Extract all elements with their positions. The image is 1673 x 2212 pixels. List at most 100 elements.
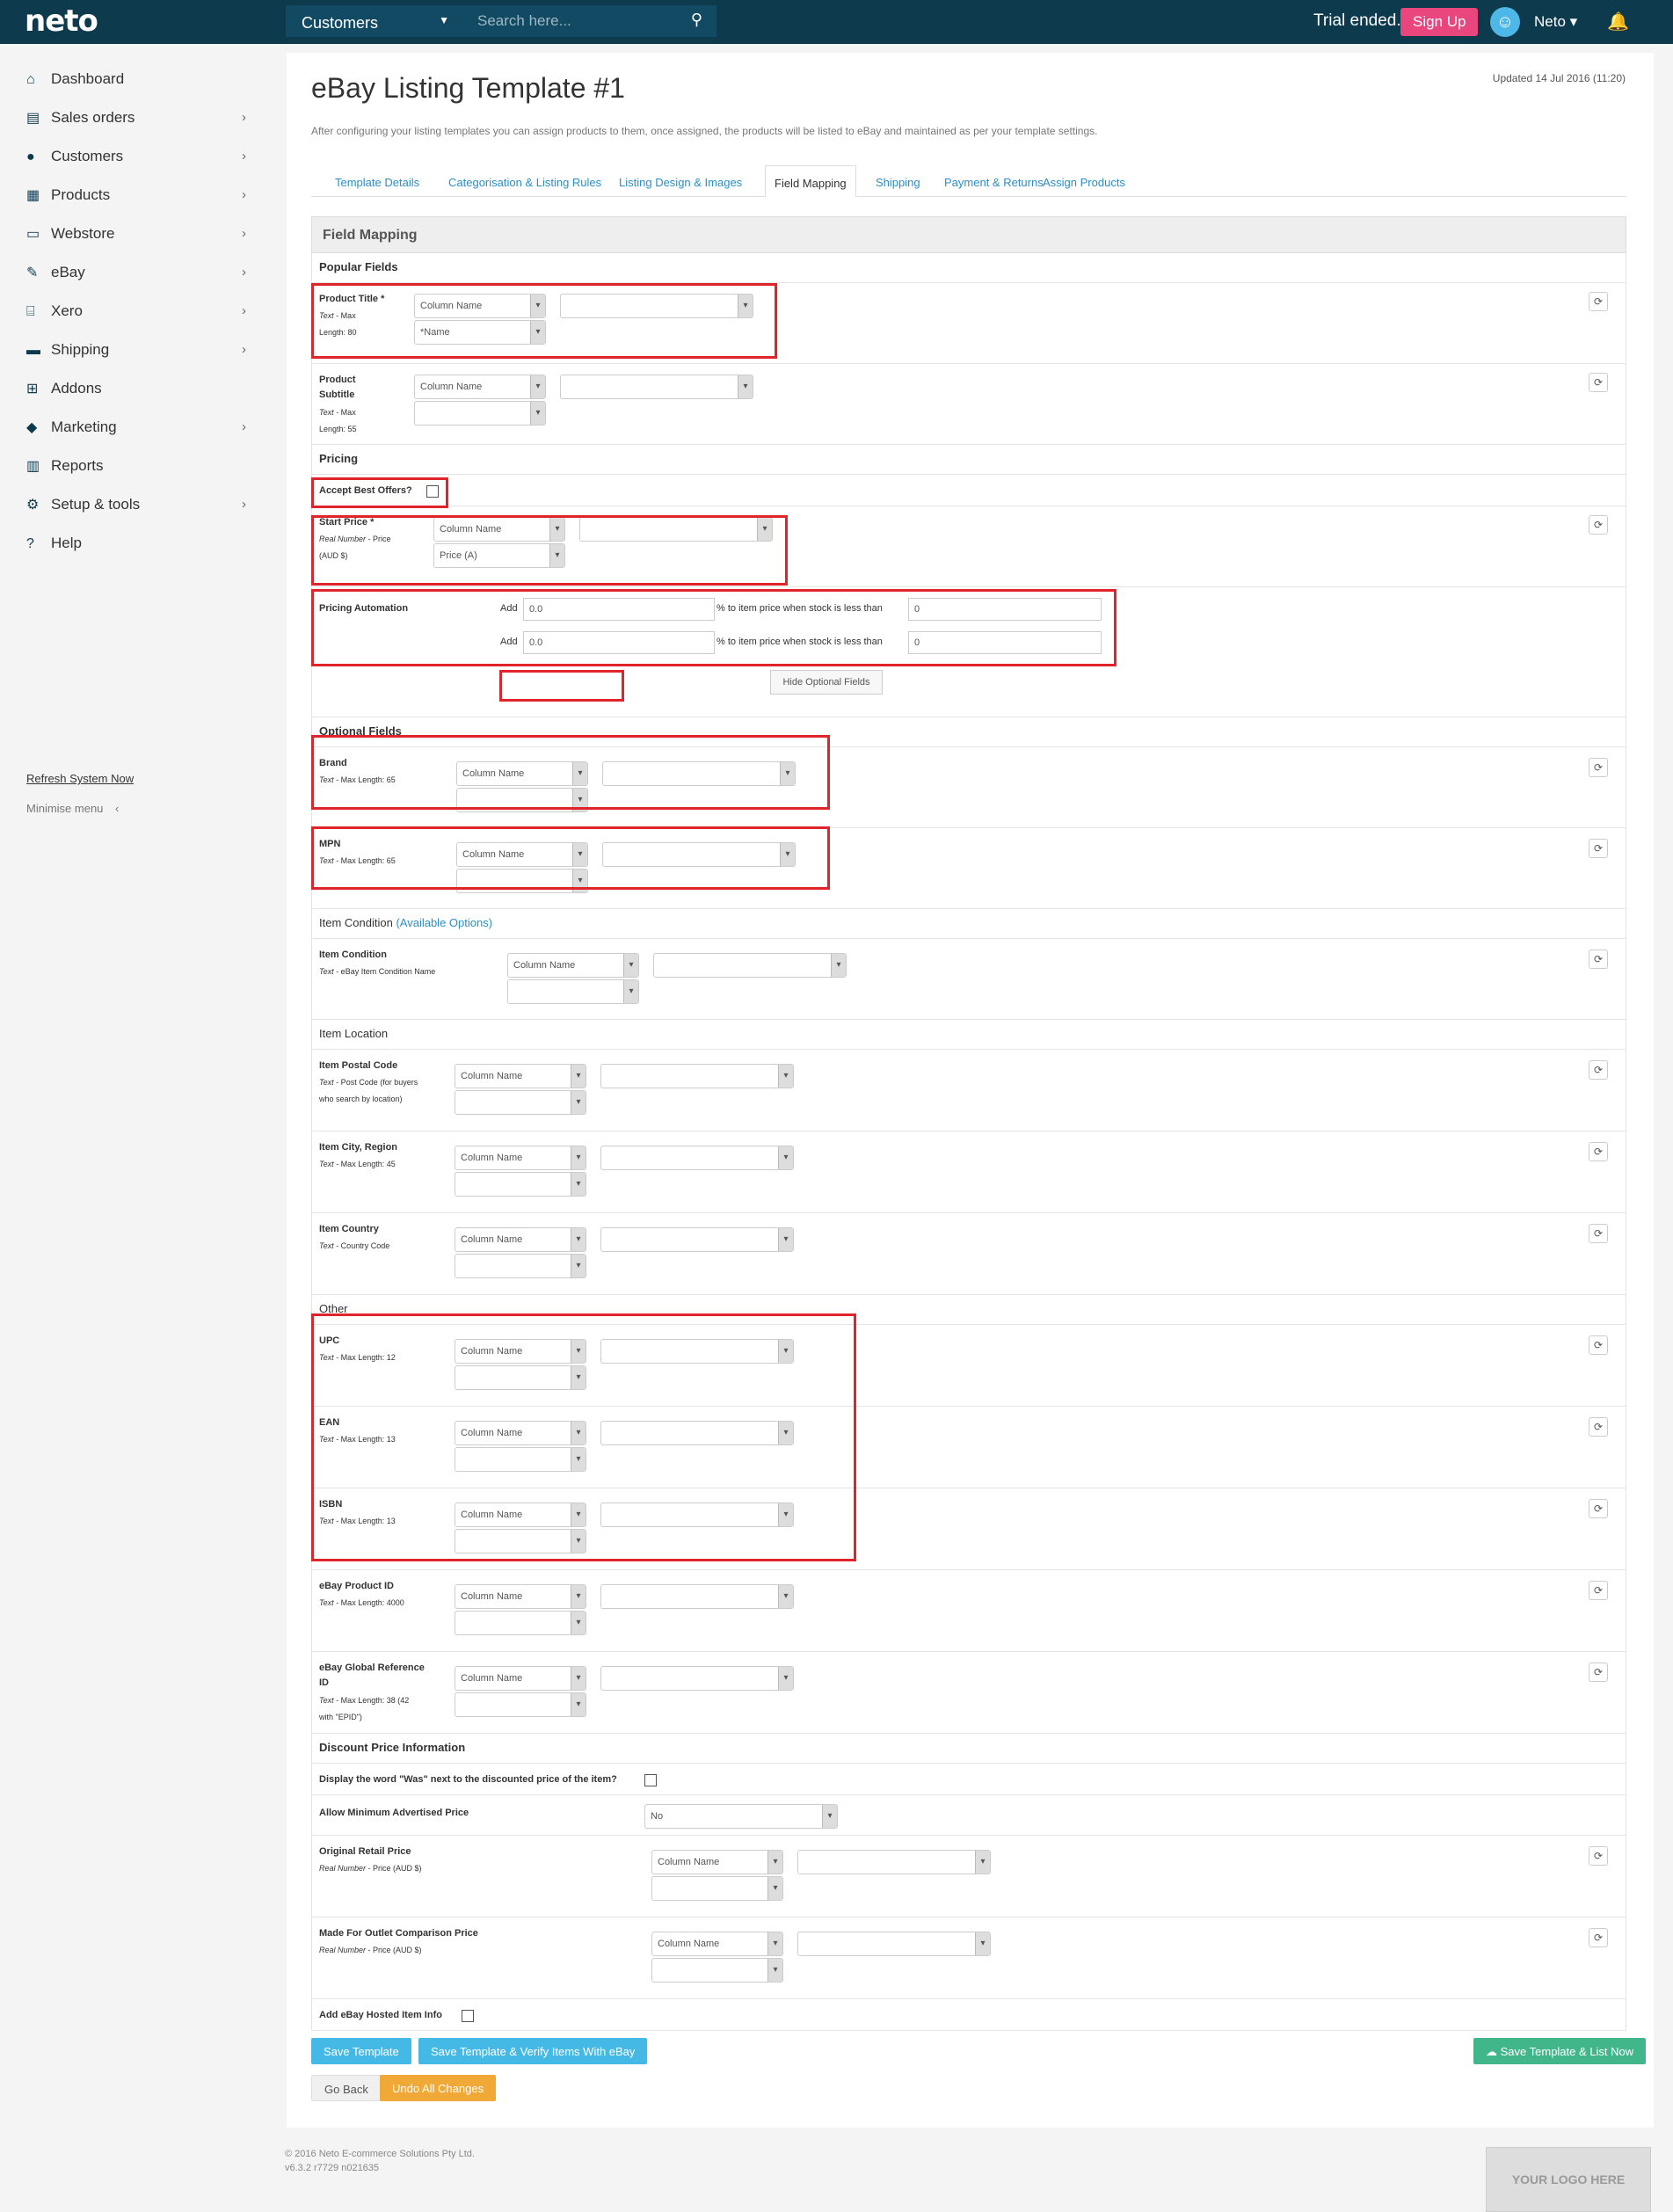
chevron-right-icon: › <box>242 187 246 202</box>
chevron-down-icon: ▾ <box>778 1667 793 1690</box>
ebay-field-select[interactable]: ▾ <box>600 1666 794 1691</box>
question-icon: ? <box>26 536 34 551</box>
column-select[interactable]: Column Name ▾ <box>455 1146 586 1170</box>
section-select[interactable]: Customers ▼ <box>286 5 462 37</box>
refresh-icon[interactable]: ⟳ <box>1589 1224 1608 1243</box>
ebay-field-select[interactable]: ▾ <box>600 1146 794 1170</box>
sidebar-item-ebay[interactable]: ✎ eBay › <box>26 264 246 290</box>
tab-assign-products[interactable]: Assign Products <box>1034 165 1134 197</box>
minimise-menu-button[interactable]: Minimise menu ‹ <box>26 802 119 815</box>
save-template-button[interactable]: Save Template <box>311 2038 411 2064</box>
column-select[interactable]: Column Name ▾ <box>455 1227 586 1252</box>
chevron-down-icon: ▾ <box>571 1065 586 1088</box>
column-select[interactable]: Column Name ▾ <box>651 1932 783 1956</box>
updated-timestamp: Updated 14 Jul 2016 (11:20) <box>1492 72 1626 84</box>
highlight-box <box>311 283 777 359</box>
column-select[interactable]: Column Name ▾ <box>455 1584 586 1609</box>
field-label: Made For Outlet Comparison Price <box>319 1928 478 1939</box>
ebay-field-select[interactable]: ▾ <box>797 1932 991 1956</box>
field-label: Item Postal Code <box>319 1060 398 1071</box>
chevron-down-icon: ▾ <box>975 1851 990 1874</box>
tab-field-mapping[interactable]: Field Mapping <box>765 165 856 197</box>
section-item-condition: Item Condition (Available Options) <box>311 909 1626 939</box>
field-desc-text: - eBay Item Condition Name <box>333 967 436 976</box>
ebay-field-select[interactable]: ▾ <box>797 1850 991 1874</box>
field-desc: Text - Max Length: 38 (42 <box>319 1692 409 1709</box>
sign-up-button[interactable]: Sign Up <box>1400 8 1479 36</box>
refresh-icon[interactable]: ⟳ <box>1589 1142 1608 1161</box>
search-icon[interactable]: ⚲ <box>691 11 702 29</box>
refresh-icon[interactable]: ⟳ <box>1589 1060 1608 1080</box>
sidebar-item-xero[interactable]: ⌸ Xero › <box>26 302 246 329</box>
value-select[interactable]: ▾ <box>651 1958 783 1983</box>
value-select[interactable]: ▾ <box>455 1611 586 1635</box>
sidebar-item-help[interactable]: ? Help <box>26 535 246 561</box>
value-select[interactable]: ▾ <box>414 401 546 426</box>
undo-changes-button[interactable]: Undo All Changes <box>380 2075 497 2101</box>
refresh-icon[interactable]: ⟳ <box>1589 1663 1608 1682</box>
refresh-icon[interactable]: ⟳ <box>1589 1846 1608 1866</box>
search-input[interactable]: Search here... ⚲ <box>462 5 716 37</box>
neto-logo[interactable]: neto <box>25 4 98 39</box>
ebay-field-select[interactable]: ▾ <box>600 1584 794 1609</box>
sidebar-item-reports[interactable]: ▥ Reports <box>26 457 246 484</box>
trial-status: Trial ended. <box>1313 11 1401 30</box>
ebay-field-select[interactable]: ▾ <box>600 1227 794 1252</box>
sidebar-item-customers[interactable]: ● Customers › <box>26 148 246 174</box>
refresh-icon[interactable]: ⟳ <box>1589 1417 1608 1437</box>
column-select[interactable]: Column Name ▾ <box>414 375 546 399</box>
tab-template-details[interactable]: Template Details <box>326 165 428 197</box>
column-select[interactable]: Column Name ▾ <box>651 1850 783 1874</box>
sidebar-item-dashboard[interactable]: ⌂ Dashboard <box>26 70 246 97</box>
column-select[interactable]: Column Name ▾ <box>507 953 639 978</box>
user-menu[interactable]: Neto ▾ <box>1534 13 1577 31</box>
sidebar-item-setup-tools[interactable]: ⚙ Setup & tools › <box>26 496 246 522</box>
column-select[interactable]: Column Name ▾ <box>455 1666 586 1691</box>
sidebar-item-sales-orders[interactable]: ▤ Sales orders › <box>26 109 246 135</box>
tab-shipping[interactable]: Shipping <box>867 165 929 197</box>
go-back-button[interactable]: Go Back <box>311 2075 382 2101</box>
refresh-icon[interactable]: ⟳ <box>1589 758 1608 777</box>
field-desc-text: - Max <box>333 408 356 417</box>
refresh-icon[interactable]: ⟳ <box>1589 292 1608 311</box>
refresh-icon[interactable]: ⟳ <box>1589 515 1608 535</box>
ebay-field-select[interactable]: ▾ <box>600 1064 794 1088</box>
logo-placeholder: YOUR LOGO HERE <box>1486 2147 1651 2212</box>
ebay-field-select[interactable]: ▾ <box>653 953 847 978</box>
save-list-now-button[interactable]: ☁ Save Template & List Now <box>1473 2038 1647 2064</box>
sidebar-item-products[interactable]: ▦ Products › <box>26 186 246 213</box>
refresh-system-link[interactable]: Refresh System Now <box>26 772 134 785</box>
sidebar-item-shipping[interactable]: ▬ Shipping › <box>26 341 246 367</box>
refresh-icon[interactable]: ⟳ <box>1589 1581 1608 1600</box>
refresh-icon[interactable]: ⟳ <box>1589 373 1608 392</box>
refresh-icon[interactable]: ⟳ <box>1589 950 1608 969</box>
value-select[interactable]: ▾ <box>507 979 639 1004</box>
save-verify-button[interactable]: Save Template & Verify Items With eBay <box>418 2038 648 2064</box>
field-desc: Real Number - Price (AUD $) <box>319 1942 422 1959</box>
field-desc-text: - Max Length: 38 (42 <box>333 1696 410 1705</box>
refresh-icon[interactable]: ⟳ <box>1589 839 1608 858</box>
hide-optional-fields-button[interactable]: Hide Optional Fields <box>770 670 883 695</box>
value-select[interactable]: ▾ <box>455 1172 586 1197</box>
value-select[interactable]: ▾ <box>651 1876 783 1901</box>
tab-categorisation[interactable]: Categorisation & Listing Rules <box>440 165 610 197</box>
tab-listing-design[interactable]: Listing Design & Images <box>610 165 751 197</box>
refresh-icon[interactable]: ⟳ <box>1589 1335 1608 1355</box>
value-select[interactable]: ▾ <box>455 1254 586 1278</box>
hosted-info-checkbox[interactable] <box>462 2010 474 2022</box>
min-advertised-select[interactable]: No ▾ <box>644 1804 838 1829</box>
value-select[interactable]: ▾ <box>455 1692 586 1717</box>
sidebar-item-marketing[interactable]: ◆ Marketing › <box>26 418 246 445</box>
notification-bell-icon[interactable]: 🔔 <box>1607 11 1629 33</box>
refresh-icon[interactable]: ⟳ <box>1589 1499 1608 1518</box>
field-type: Text <box>319 967 334 976</box>
sidebar-item-webstore[interactable]: ▭ Webstore › <box>26 225 246 251</box>
was-checkbox[interactable] <box>644 1774 657 1786</box>
value-select[interactable]: ▾ <box>455 1090 586 1115</box>
ebay-field-select[interactable]: ▾ <box>560 375 753 399</box>
column-select[interactable]: Column Name ▾ <box>455 1064 586 1088</box>
available-options-link[interactable]: (Available Options) <box>396 916 492 929</box>
refresh-icon[interactable]: ⟳ <box>1589 1928 1608 1947</box>
sidebar-item-addons[interactable]: ⊞ Addons <box>26 380 246 406</box>
user-avatar-icon[interactable]: ☺ <box>1490 7 1520 37</box>
